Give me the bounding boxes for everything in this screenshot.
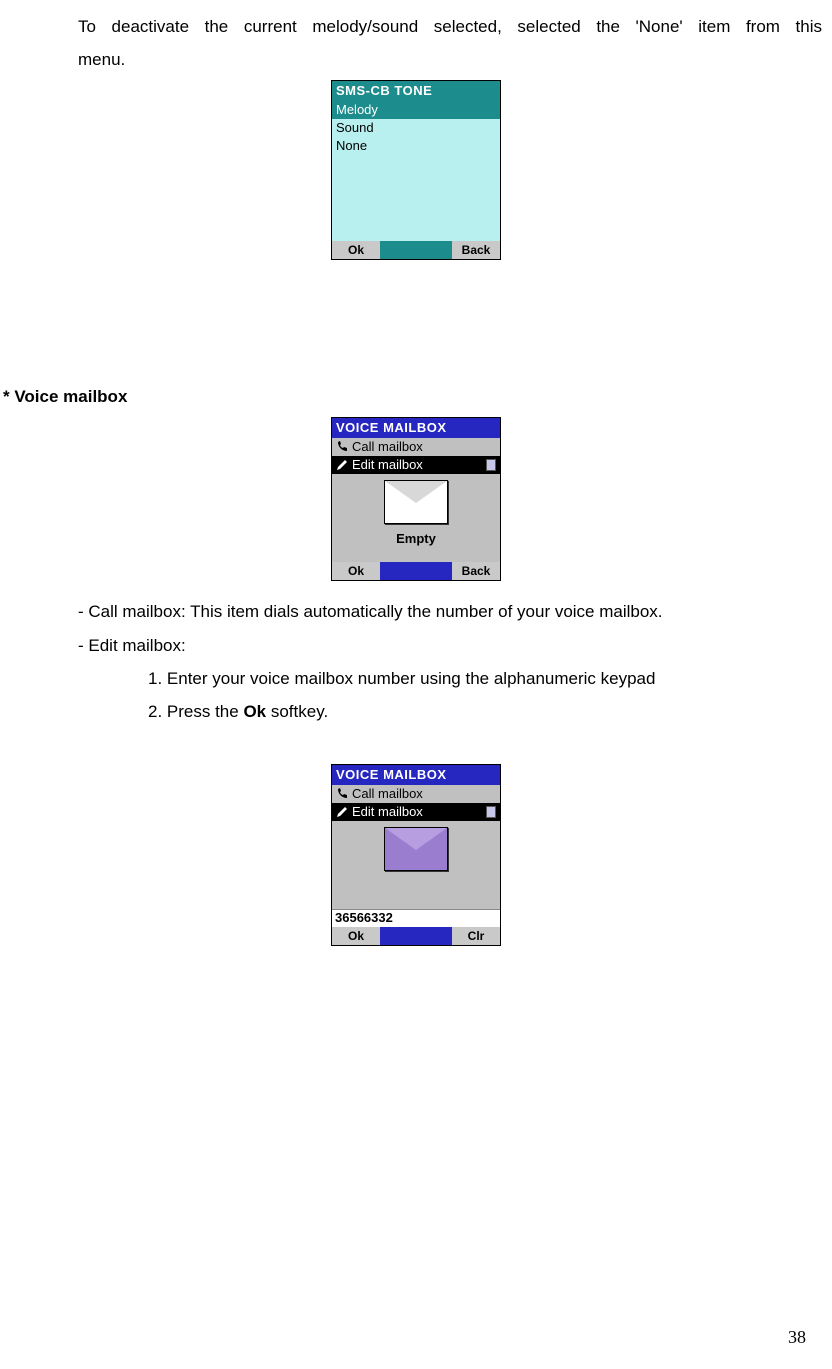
- scroll-indicator: [486, 459, 496, 471]
- section-heading-voice-mailbox: * Voice mailbox: [3, 380, 832, 413]
- step-1: 1. Enter your voice mailbox number using…: [148, 662, 822, 695]
- item-label: Call mailbox: [352, 438, 423, 456]
- voice-mailbox-screenshot-empty: VOICE MAILBOX Call mailbox Edit mailbox …: [331, 417, 501, 581]
- vm2-list: Call mailbox Edit mailbox: [332, 785, 500, 823]
- vm2-softkeys: Ok Clr: [332, 927, 500, 945]
- pencil-icon: [336, 806, 348, 818]
- list-item-call-mailbox[interactable]: Call mailbox: [332, 438, 500, 456]
- page-number: 38: [788, 1320, 806, 1355]
- clr-softkey[interactable]: Clr: [452, 927, 500, 945]
- envelope-area: [332, 823, 500, 909]
- sms-list: Melody Sound None: [332, 101, 500, 241]
- phone-icon: [336, 441, 348, 453]
- sms-cb-tone-screenshot: SMS-CB TONE Melody Sound None Ok Back: [331, 80, 501, 260]
- envelope-icon: [384, 827, 448, 871]
- step-2-prefix: 2. Press the: [148, 702, 243, 721]
- step-2-suffix: softkey.: [266, 702, 328, 721]
- mailbox-number-input[interactable]: 36566332: [332, 909, 500, 927]
- envelope-icon: [384, 480, 448, 524]
- ok-softkey[interactable]: Ok: [332, 562, 380, 580]
- back-softkey[interactable]: Back: [452, 562, 500, 580]
- desc-edit-mailbox: - Edit mailbox:: [78, 629, 822, 662]
- list-item-melody[interactable]: Melody: [332, 101, 500, 119]
- list-item-none[interactable]: None: [332, 137, 500, 155]
- step-2: 2. Press the Ok softkey.: [148, 695, 822, 728]
- item-label: Edit mailbox: [352, 803, 423, 821]
- sms-softkeys: Ok Back: [332, 241, 500, 259]
- list-item-edit-mailbox[interactable]: Edit mailbox: [332, 456, 500, 474]
- sms-titlebar: SMS-CB TONE: [332, 81, 500, 101]
- step-2-ok: Ok: [243, 702, 266, 721]
- list-item-call-mailbox[interactable]: Call mailbox: [332, 785, 500, 803]
- pencil-icon: [336, 459, 348, 471]
- phone-icon: [336, 788, 348, 800]
- vm2-titlebar: VOICE MAILBOX: [332, 765, 500, 785]
- vm-softkeys: Ok Back: [332, 562, 500, 580]
- intro-paragraph: To deactivate the current melody/sound s…: [78, 10, 822, 76]
- vm-titlebar: VOICE MAILBOX: [332, 418, 500, 438]
- ok-softkey[interactable]: Ok: [332, 241, 380, 259]
- voice-mailbox-screenshot-number: VOICE MAILBOX Call mailbox Edit mailbox …: [331, 764, 501, 946]
- vm-list: Call mailbox Edit mailbox: [332, 438, 500, 476]
- ok-softkey[interactable]: Ok: [332, 927, 380, 945]
- envelope-label: Empty: [396, 530, 436, 548]
- back-softkey[interactable]: Back: [452, 241, 500, 259]
- item-label: Call mailbox: [352, 785, 423, 803]
- item-label: Edit mailbox: [352, 456, 423, 474]
- scroll-indicator: [486, 806, 496, 818]
- list-item-edit-mailbox[interactable]: Edit mailbox: [332, 803, 500, 821]
- list-item-sound[interactable]: Sound: [332, 119, 500, 137]
- desc-call-mailbox: - Call mailbox: This item dials automati…: [78, 595, 822, 628]
- envelope-area: Empty: [332, 476, 500, 562]
